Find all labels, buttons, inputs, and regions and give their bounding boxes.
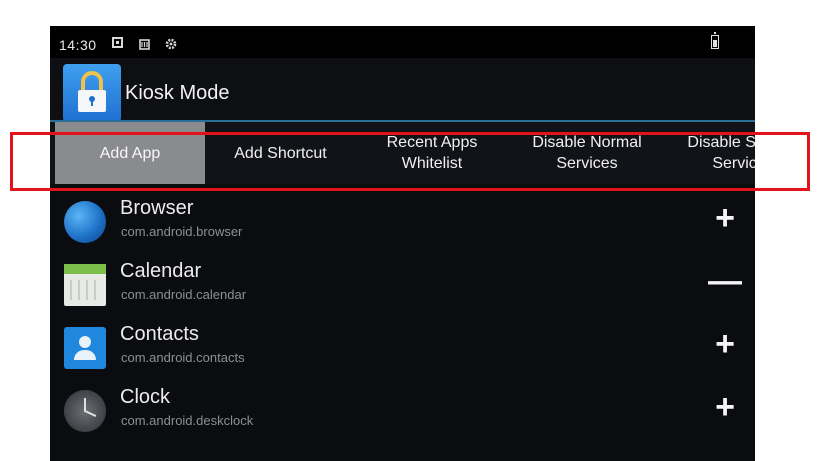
sim-icon xyxy=(139,37,150,50)
list-item-clock[interactable]: Clock com.android.deskclock + xyxy=(50,380,755,442)
app-name: Clock xyxy=(120,386,171,408)
browser-globe-icon xyxy=(64,201,106,243)
app-name: Contacts xyxy=(120,323,199,345)
settings-icon xyxy=(165,37,177,50)
calendar-icon xyxy=(64,264,106,306)
app-package: com.android.deskclock xyxy=(121,413,254,428)
clock-icon xyxy=(64,390,106,432)
notification-icon xyxy=(112,37,123,48)
add-app-button[interactable]: + xyxy=(708,390,742,424)
list-item-contacts[interactable]: Contacts com.android.contacts + xyxy=(50,317,755,379)
list-item-browser[interactable]: Browser com.android.browser + xyxy=(50,191,755,253)
add-app-button[interactable]: + xyxy=(708,201,742,235)
device-screen: 14:30 Kiosk Mode Add App Add Shortcut Re… xyxy=(50,26,755,461)
add-app-button[interactable]: + xyxy=(708,327,742,361)
list-item-calendar[interactable]: Calendar com.android.calendar — xyxy=(50,254,755,316)
lock-icon xyxy=(63,64,121,122)
action-bar: Kiosk Mode xyxy=(50,58,755,122)
contacts-icon xyxy=(64,327,106,369)
app-title: Kiosk Mode xyxy=(125,82,230,104)
app-package: com.android.contacts xyxy=(121,350,245,365)
status-bar: 14:30 xyxy=(50,26,755,58)
app-name: Calendar xyxy=(120,260,202,282)
app-package: com.android.calendar xyxy=(121,287,247,302)
remove-app-button[interactable]: — xyxy=(708,264,742,298)
highlight-box xyxy=(10,132,810,191)
status-time: 14:30 xyxy=(59,37,97,53)
battery-icon xyxy=(711,32,719,49)
app-name: Browser xyxy=(120,197,194,219)
app-package: com.android.browser xyxy=(121,224,243,239)
